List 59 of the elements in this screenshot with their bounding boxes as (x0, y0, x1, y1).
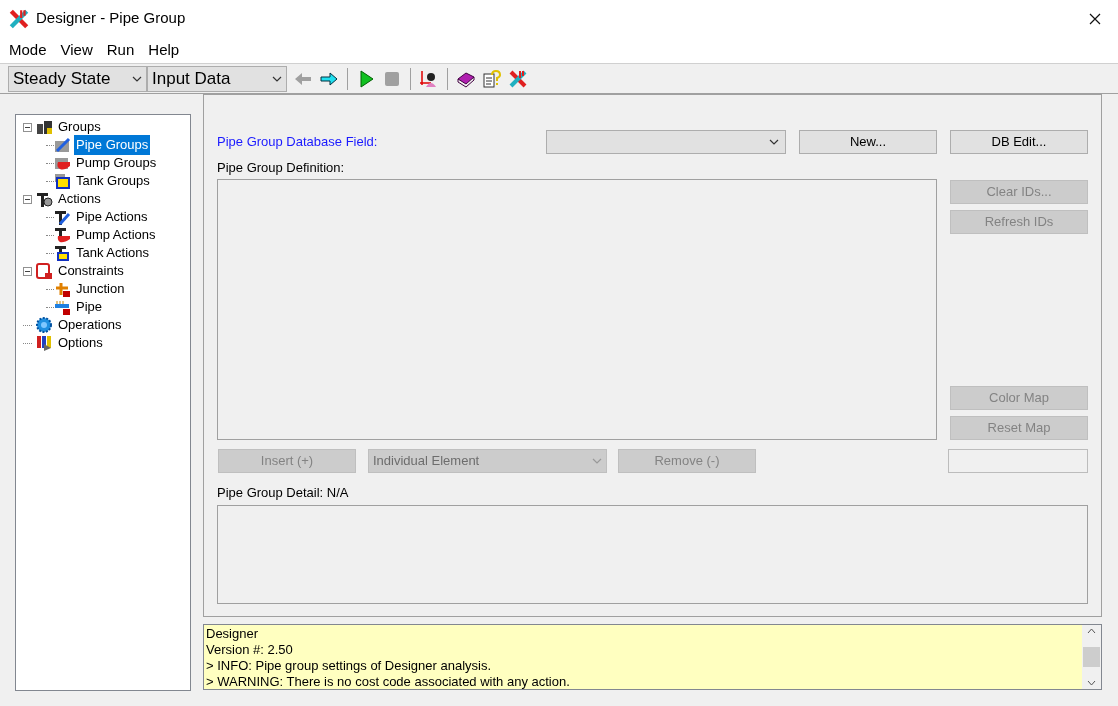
hammer-pipe-icon (54, 208, 71, 226)
tree-item[interactable]: Junction (74, 279, 127, 299)
gear-icon (36, 316, 53, 334)
database-field-dropdown[interactable] (546, 130, 786, 154)
menu-item[interactable]: Mode (2, 38, 54, 62)
log-line: > WARNING: There is no cost code associated with any action. (206, 674, 571, 690)
menu-item[interactable]: View (53, 38, 100, 62)
chevron-down-icon (592, 458, 602, 464)
options-icon (36, 334, 53, 352)
menu-item[interactable]: Run (99, 38, 142, 62)
scroll-up-icon (1087, 628, 1096, 634)
tree-item[interactable]: Pipe Actions (74, 207, 150, 227)
pipe-fittings-icon (36, 118, 53, 136)
field-label: Pipe Group Database Field: (217, 133, 379, 152)
db-edit-button[interactable]: DB Edit... (950, 130, 1088, 154)
person-icon (419, 68, 439, 89)
mode-dropdown[interactable]: Steady State (8, 65, 147, 92)
view-dropdown[interactable]: Input Data (147, 65, 287, 92)
new-button[interactable]: New... (799, 130, 937, 154)
logo-icon (8, 7, 30, 30)
close-icon (1089, 12, 1101, 25)
window-title: Designer - Pipe Group (36, 8, 186, 29)
detail-label: Pipe Group Detail: N/A (217, 484, 350, 499)
tree-item[interactable]: Pipe (74, 297, 105, 317)
tree-item[interactable]: Constraints (56, 261, 126, 281)
logo-icon (508, 68, 528, 89)
log-line: Designer (206, 626, 260, 642)
tank-icon (54, 172, 71, 190)
chevron-down-icon (272, 75, 282, 82)
collapse-toggle[interactable] (23, 266, 32, 276)
tree-item[interactable]: Actions (56, 189, 103, 209)
log-line: > INFO: Pipe group settings of Designer analysis. (206, 658, 493, 674)
scroll-thumb[interactable] (1083, 647, 1100, 667)
junction-lock-icon (54, 280, 71, 298)
menu-item[interactable]: Help (141, 38, 187, 62)
lock-frame-icon (36, 262, 53, 280)
help-icon (482, 68, 502, 89)
chevron-down-icon (769, 139, 779, 145)
tree-item[interactable]: Groups (56, 117, 103, 137)
log-line: Version #: 2.50 (206, 642, 294, 658)
hammer-tank-icon (54, 244, 71, 262)
collapse-toggle[interactable] (23, 194, 32, 204)
tree-item[interactable]: Pipe Groups (74, 135, 151, 155)
text-field[interactable] (948, 449, 1088, 473)
collapse-toggle[interactable] (23, 122, 32, 132)
definition-label: Pipe Group Definition: (217, 159, 346, 176)
tree-item[interactable]: Pump Groups (74, 153, 159, 173)
pipe-icon (54, 136, 71, 154)
scroll-down-icon (1087, 680, 1096, 686)
pipe-lock-icon (54, 298, 71, 316)
tree-item[interactable]: Operations (56, 315, 124, 335)
tree-item[interactable]: Options (56, 333, 105, 353)
hammer-pump-icon (54, 226, 71, 244)
tree-item[interactable]: Pump Actions (74, 225, 158, 245)
tree-item[interactable]: Tank Actions (74, 243, 151, 263)
hammer-gear-icon (36, 190, 53, 208)
scrollbar[interactable] (1082, 625, 1101, 689)
chevron-down-icon (132, 75, 142, 82)
tree-item[interactable]: Tank Groups (74, 171, 152, 191)
